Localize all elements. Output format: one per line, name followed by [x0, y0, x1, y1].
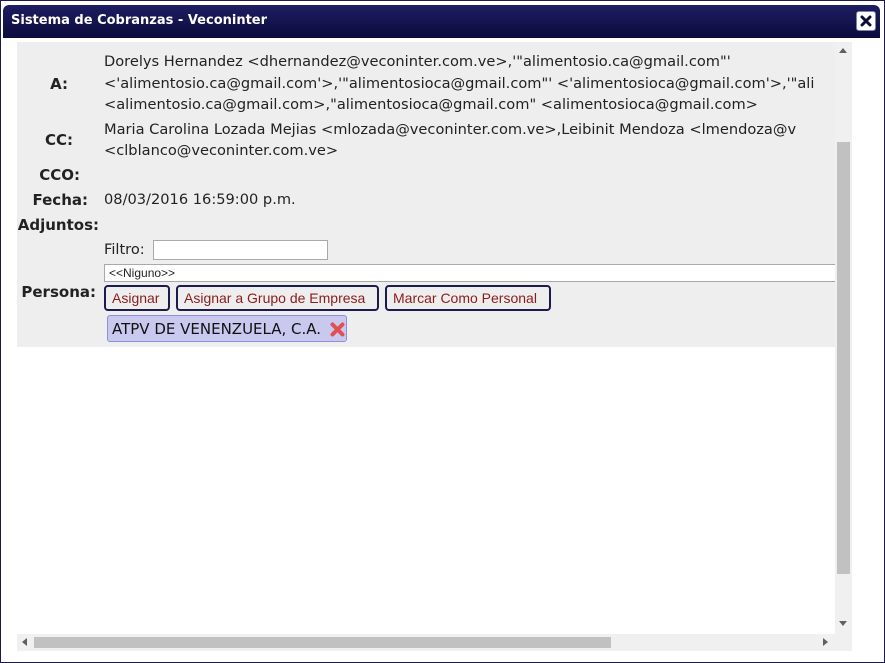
email-header: A: Dorelys Hernandez <dhernandez@veconin… [17, 42, 835, 347]
cco-label: CCO: [39, 166, 80, 184]
filter-input[interactable] [153, 240, 328, 260]
scroll-down-icon[interactable] [839, 621, 847, 627]
cc-line-2: <clblanco@veconinter.com.ve> [104, 142, 339, 159]
attachments-label: Adjuntos: [17, 216, 99, 234]
horizontal-scroll-thumb[interactable] [34, 637, 611, 648]
remove-icon[interactable] [330, 322, 345, 337]
mark-personal-button[interactable]: Marcar Como Personal [385, 285, 551, 311]
cc-line-1: Maria Carolina Lozada Mejias <mlozada@ve… [104, 121, 797, 138]
to-label: A: [50, 75, 68, 93]
email-content: A: Dorelys Hernandez <dhernandez@veconin… [17, 42, 835, 634]
assign-group-button[interactable]: Asignar a Grupo de Empresa [176, 285, 379, 311]
filter-label: Filtro: [104, 241, 145, 258]
date-value: 08/03/2016 16:59:00 p.m. [104, 191, 296, 208]
window-title: Sistema de Cobranzas - Veconinter [11, 13, 268, 28]
persona-tag-label: ATPV DE VENENZUELA, C.A. [112, 320, 322, 338]
to-line-1: Dorelys Hernandez <dhernandez@veconinter… [104, 53, 731, 70]
persona-tag: ATPV DE VENENZUELA, C.A. [107, 315, 347, 342]
scrollbar-corner [835, 634, 852, 651]
vertical-scroll-thumb[interactable] [837, 142, 850, 574]
title-bar[interactable]: Sistema de Cobranzas - Veconinter [3, 5, 880, 38]
close-button[interactable] [856, 11, 876, 31]
scroll-left-icon[interactable] [21, 638, 27, 646]
scroll-up-icon[interactable] [839, 47, 847, 53]
to-line-3: <alimentosio.ca@gmail.com>,"alimentosioc… [104, 96, 758, 113]
date-label: Fecha: [32, 191, 88, 209]
persona-label: Persona: [21, 283, 96, 301]
assign-button[interactable]: Asignar [104, 285, 170, 311]
cc-label: CC: [44, 131, 73, 149]
scroll-right-icon[interactable] [823, 638, 829, 646]
email-dialog: Sistema de Cobranzas - Veconinter A: Dor… [0, 0, 885, 663]
to-line-2: <'alimentosio.ca@gmail.com'>,'"alimentos… [104, 75, 815, 92]
close-icon [860, 15, 872, 27]
persona-select[interactable]: <<Niguno>> [104, 264, 835, 282]
